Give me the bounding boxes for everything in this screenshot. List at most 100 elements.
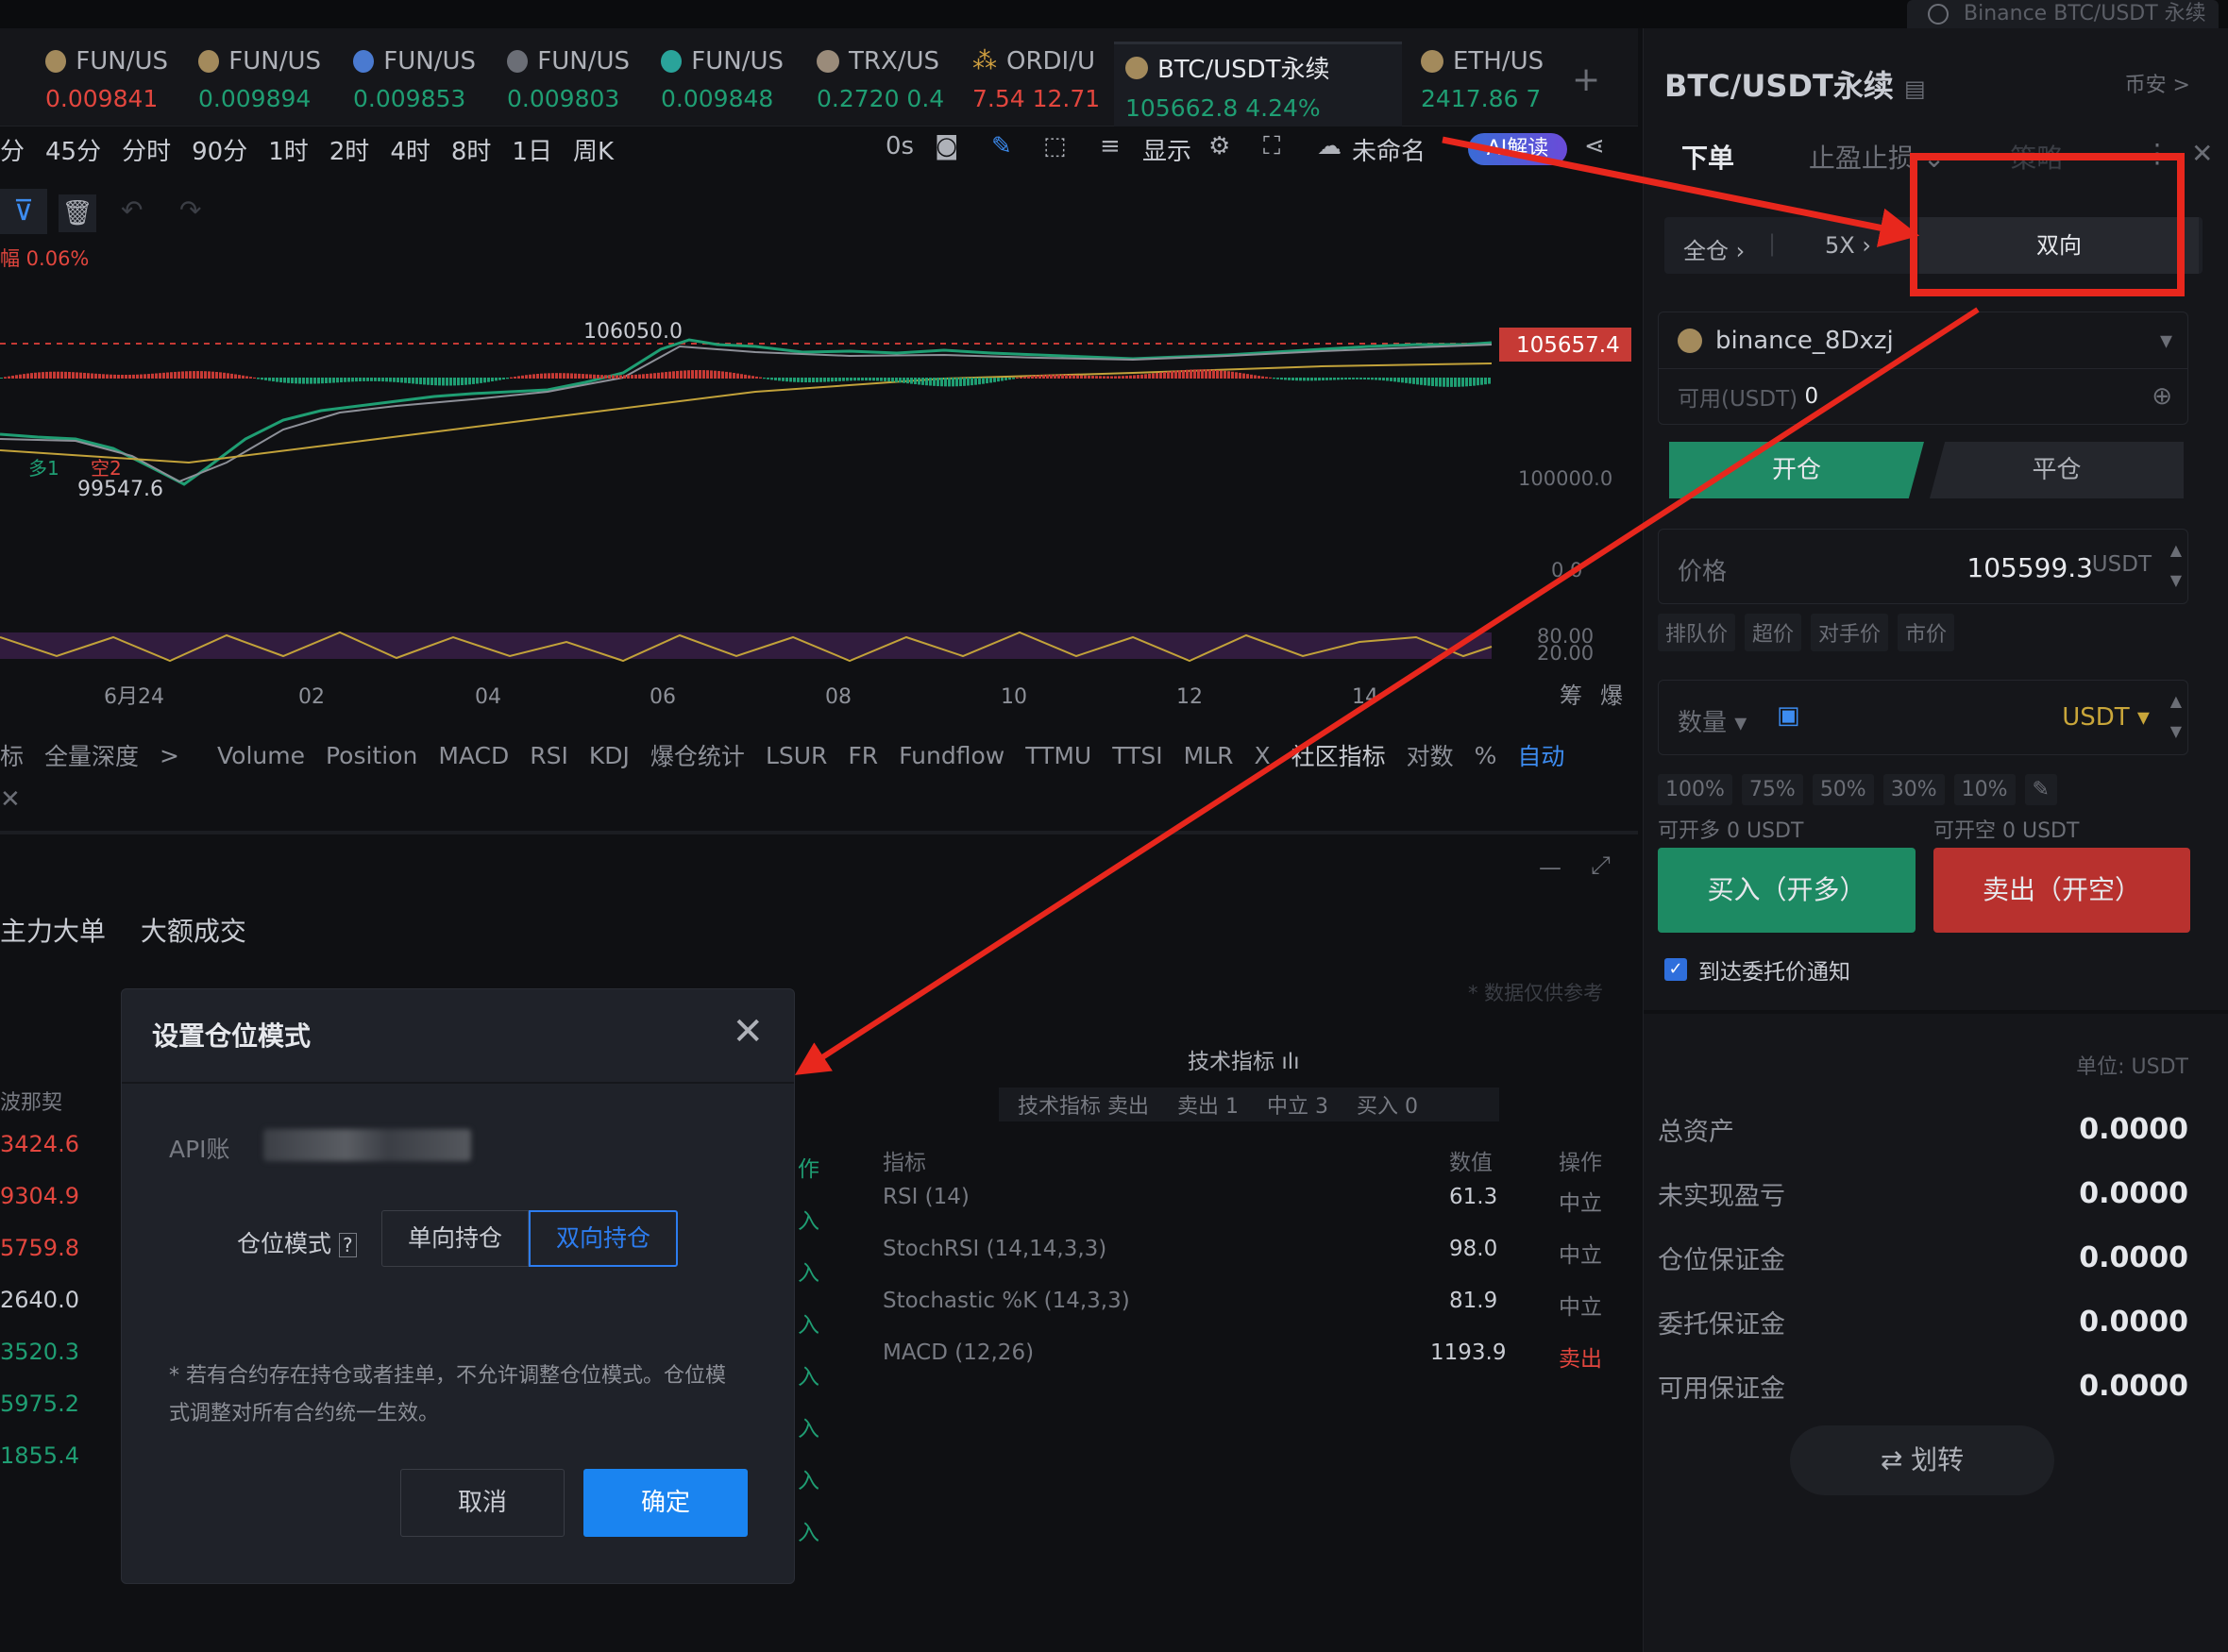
timeframe-option[interactable]: 分时 [122,132,171,170]
indicator-option[interactable]: Fundflow [899,742,1004,769]
price-chip[interactable]: 排队价 [1658,614,1736,651]
sell-short-button[interactable]: 卖出（开空） [1933,848,2190,933]
indicator-option[interactable]: Volume [217,742,305,769]
menu-icon[interactable]: ≡ [1100,132,1121,160]
gear-icon[interactable]: ⚙ [1208,132,1230,160]
indicator-option[interactable]: X [1254,742,1270,769]
filter-icon[interactable]: ⊽ [0,189,47,234]
indicator-option[interactable]: Position [326,742,417,769]
close-icon[interactable]: ✕ [732,1010,764,1054]
add-tab-button[interactable]: + [1572,60,1600,99]
confirm-button[interactable]: 确定 [583,1469,748,1537]
minimize-icon[interactable]: — [1539,854,1561,881]
buy-long-button[interactable]: 买入（开多） [1658,848,1916,933]
unit-dropdown[interactable]: USDT ▾ [2062,703,2150,732]
price-chip[interactable]: 对手价 [1811,614,1889,651]
percent-chip[interactable]: 30% [1882,774,1945,805]
timeframe-option[interactable]: 45分 [45,132,101,170]
cancel-button[interactable]: 取消 [400,1469,565,1537]
tab-tp-sl[interactable]: 止盈止损 ⌄ [1809,143,1945,174]
share-icon[interactable]: ⋖ [1584,132,1605,160]
percent-chip[interactable]: 10% [1953,774,2016,805]
symbol-tab[interactable]: ETH/US 2417.86 7 [1421,47,1548,132]
fullscreen-icon[interactable]: ⛶ [1263,132,1280,161]
price-chip[interactable]: 超价 [1745,614,1802,651]
notify-checkbox[interactable]: ✓ 到达委托价通知 [1664,953,1850,986]
timeframe-option[interactable]: 1日 [512,132,552,170]
position-mode-button[interactable]: 双向 [1919,217,2199,274]
quantity-input[interactable]: 数量 ▾ ▣ USDT ▾ ▲ ▼ [1658,680,2188,755]
cloud-icon[interactable]: ☁ [1317,132,1342,160]
price-input[interactable]: 价格 105599.3 USDT ▲ ▼ [1658,529,2188,604]
indicator-option[interactable]: 爆仓统计 [650,738,745,772]
tab-main-orders[interactable]: 主力大单 [0,916,106,947]
quantity-label[interactable]: 数量 ▾ [1678,703,1747,738]
pencil-icon[interactable]: ✎ [991,132,1012,160]
percent-chip[interactable]: 50% [1812,774,1874,805]
percent-scale-option[interactable]: % [1475,742,1497,769]
one-way-mode-button[interactable]: 单向持仓 [381,1210,529,1267]
percent-chip[interactable]: 100% [1658,774,1732,805]
hedge-mode-button[interactable]: 双向持仓 [529,1210,678,1267]
info-icon[interactable]: ▤ [1904,76,1926,102]
tab-large-trades[interactable]: 大额成交 [141,916,246,947]
indicator-option[interactable]: RSI [530,742,568,769]
symbol-tab[interactable]: FUN/US 0.009894 [198,47,321,132]
transfer-button[interactable]: ⇄ 划转 [1790,1425,2054,1495]
panel-divider[interactable] [0,831,1638,834]
symbol-tab[interactable]: FUN/US 0.009803 [507,47,630,132]
indicator-option[interactable]: FR [848,742,878,769]
add-circle-icon[interactable]: ⊕ [2152,382,2172,411]
trash-icon[interactable]: 🗑 [59,194,96,232]
indicator-option[interactable]: MLR [1184,742,1234,769]
indicator-option[interactable]: TTSI [1112,742,1162,769]
indicator-option[interactable]: 全量深度 [44,738,139,772]
indicator-option[interactable]: KDJ [589,742,630,769]
open-position-tab[interactable]: 开仓 [1669,442,1924,498]
timeframe-option[interactable]: 周K [573,132,614,170]
undo-icon[interactable]: ↶ [121,194,143,226]
ai-interpret-button[interactable]: AI解读 [1468,133,1567,165]
margin-mode-button[interactable]: 全仓 › [1683,232,1745,265]
tab-order[interactable]: 下单 [1681,143,1734,174]
calculator-icon[interactable]: ▣ [1777,701,1800,730]
symbol-tab-active[interactable]: BTC/USDT永续 105662.8 4.24% [1114,42,1402,126]
checkbox-icon[interactable]: ✓ [1664,958,1687,981]
auto-scale-option[interactable]: 自动 [1517,738,1564,772]
indicator-option[interactable]: 标 [0,738,24,772]
symbol-tab[interactable]: TRX/US 0.2720 0.4 [817,47,944,132]
log-scale-option[interactable]: 对数 [1407,738,1454,772]
select-icon[interactable]: ⬚ [1043,132,1067,160]
price-chip[interactable]: 市价 [1898,614,1955,651]
redo-icon[interactable]: ↷ [179,194,201,226]
community-indicators[interactable]: 社区指标 [1291,738,1386,772]
leverage-button[interactable]: 5X › [1825,232,1871,259]
layout-name[interactable]: 未命名 [1352,132,1426,167]
timeframe-option[interactable]: 90分 [192,132,247,170]
display-button[interactable]: 显示 [1142,132,1191,167]
percent-chip[interactable]: 75% [1741,774,1803,805]
indicator-option[interactable]: > [160,742,179,769]
account-row[interactable]: binance_8Dxzj ▾ [1659,312,2187,369]
more-icon[interactable]: ⋮ [2144,138,2170,169]
exchange-selector[interactable]: 币安 > [2125,68,2190,98]
symbol-tab[interactable]: ⁂ ORDI/U 7.54 12.71 [972,47,1100,132]
price-chart[interactable]: 幅 0.06% 105657.4 106050.0 99547.6 多1 空2 … [0,241,1638,732]
timeframe-option[interactable]: 4时 [390,132,430,170]
timeframe-option[interactable]: 8时 [451,132,492,170]
camera-icon[interactable]: ◙ [935,132,958,160]
expand-icon[interactable]: ⤢ [1591,851,1611,881]
account-selector[interactable]: binance_8Dxzj ▾ 可用(USDT) 0 ⊕ [1658,312,2188,425]
indicator-option[interactable]: LSUR [766,742,827,769]
refresh-seconds[interactable]: 0s [886,132,914,160]
timeframe-option[interactable]: 1时 [268,132,309,170]
timeframe-option[interactable]: 2时 [329,132,370,170]
close-position-tab[interactable]: 平仓 [1930,442,2184,498]
symbol-tab[interactable]: FUN/US 0.009841 [45,47,168,132]
symbol-tab[interactable]: FUN/US 0.009848 [661,47,784,132]
timeframe-option[interactable]: 分 [0,132,25,170]
stepper-icon[interactable]: ▲ ▼ [2170,535,2182,596]
tab-strategy[interactable]: 策略 [2010,143,2063,174]
indicator-option[interactable]: TTMU [1025,742,1091,769]
symbol-tab[interactable]: FUN/US 0.009853 [353,47,476,132]
